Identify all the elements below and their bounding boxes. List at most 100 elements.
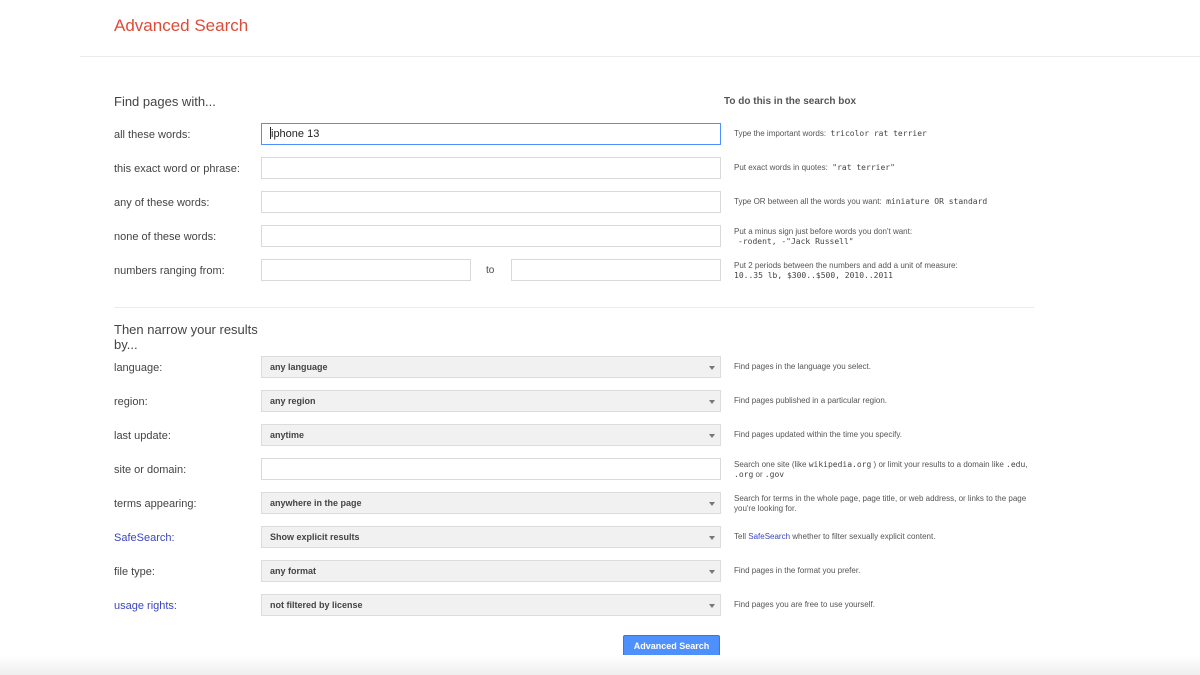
none-words-label: none of these words:	[114, 231, 217, 243]
dropdown-arrow-icon	[709, 400, 715, 404]
hint-text: or	[753, 470, 765, 479]
row-all-words: all these words: iphone 13 Type the impo…	[0, 123, 1200, 149]
dropdown-arrow-icon	[709, 502, 715, 506]
hint-example: miniature OR standard	[886, 197, 988, 206]
all-words-value: iphone 13	[271, 128, 320, 140]
safesearch-hint-link[interactable]: SafeSearch	[748, 532, 790, 541]
terms-appearing-label: terms appearing:	[114, 498, 197, 510]
row-terms-appearing: terms appearing: anywhere in the page Se…	[0, 492, 1200, 518]
hint-text: Type the important words:	[734, 129, 827, 138]
row-any-words: any of these words: Type OR between all …	[0, 191, 1200, 217]
exact-phrase-input[interactable]	[261, 157, 721, 179]
file-type-label: file type:	[114, 566, 155, 578]
row-last-update: last update: anytime Find pages updated …	[0, 424, 1200, 450]
language-label: language:	[114, 362, 163, 374]
region-selected: any region	[270, 396, 316, 406]
hint-example: tricolor rat terrier	[830, 129, 927, 138]
language-hint: Find pages in the language you select.	[734, 362, 871, 371]
page-title: Advanced Search	[114, 16, 249, 35]
file-type-select[interactable]: any format	[261, 560, 721, 582]
language-selected: any language	[270, 362, 328, 372]
dropdown-arrow-icon	[709, 570, 715, 574]
any-words-input[interactable]	[261, 191, 721, 213]
narrow-title-line1: Then narrow your results	[114, 322, 258, 337]
region-label: region:	[114, 396, 148, 408]
hint-text: ) or limit your results to a domain like	[871, 460, 1007, 469]
hint-text: Put 2 periods between the numbers and ad…	[734, 261, 958, 270]
dropdown-arrow-icon	[709, 536, 715, 540]
usage-rights-selected: not filtered by license	[270, 600, 363, 610]
header-divider	[80, 56, 1200, 57]
all-words-hint: Type the important words: tricolor rat t…	[734, 129, 1034, 139]
site-domain-input[interactable]	[261, 458, 721, 480]
hint-text: ,	[1025, 460, 1028, 469]
region-hint: Find pages published in a particular reg…	[734, 396, 887, 405]
safesearch-selected: Show explicit results	[270, 532, 360, 542]
row-safesearch: SafeSearch: Show explicit results Tell S…	[0, 526, 1200, 552]
safesearch-hint: Tell SafeSearch whether to filter sexual…	[734, 532, 1034, 542]
row-usage-rights: usage rights: not filtered by license Fi…	[0, 594, 1200, 620]
safesearch-select[interactable]: Show explicit results	[261, 526, 721, 548]
file-type-selected: any format	[270, 566, 317, 576]
any-words-hint: Type OR between all the words you want: …	[734, 197, 1034, 207]
hint-text: Search one site (like	[734, 460, 809, 469]
hint-example: .gov	[764, 470, 785, 479]
usage-rights-link[interactable]: usage rights:	[114, 600, 177, 612]
site-domain-hint: Search one site (like wikipedia.org ) or…	[734, 460, 1034, 480]
all-words-label: all these words:	[114, 129, 191, 141]
hint-example: -rodent, -"Jack Russell"	[738, 237, 854, 246]
dropdown-arrow-icon	[709, 366, 715, 370]
hint-example: 10..35 lb, $300..$500, 2010..2011	[734, 271, 893, 280]
find-section-title: Find pages with...	[114, 94, 216, 109]
hint-text: Tell	[734, 532, 749, 541]
language-select[interactable]: any language	[261, 356, 721, 378]
none-words-hint: Put a minus sign just before words you d…	[734, 227, 1034, 247]
last-update-selected: anytime	[270, 430, 305, 440]
range-to-label: to	[486, 265, 495, 276]
row-site-domain: site or domain: Search one site (like wi…	[0, 458, 1200, 484]
safesearch-link[interactable]: SafeSearch:	[114, 532, 175, 544]
page-header: Advanced Search	[0, 0, 1200, 57]
narrow-section-title: Then narrow your results by...	[114, 322, 258, 352]
row-region: region: any region Find pages published …	[0, 390, 1200, 416]
row-language: language: any language Find pages in the…	[0, 356, 1200, 382]
section-divider	[114, 307, 1034, 308]
footer-area	[0, 655, 1200, 675]
row-exact-phrase: this exact word or phrase: Put exact wor…	[0, 157, 1200, 183]
row-file-type: file type: any format Find pages in the …	[0, 560, 1200, 586]
last-update-label: last update:	[114, 430, 171, 442]
hint-example: .edu	[1006, 460, 1026, 469]
hint-text: Type OR between all the words you want:	[734, 197, 882, 206]
usage-rights-hint: Find pages you are free to use yourself.	[734, 600, 875, 609]
site-domain-label: site or domain:	[114, 464, 187, 476]
none-words-input[interactable]	[261, 225, 721, 247]
terms-appearing-select[interactable]: anywhere in the page	[261, 492, 721, 514]
range-from-input[interactable]	[261, 259, 471, 281]
hint-example: wikipedia.org	[808, 460, 872, 469]
file-type-hint: Find pages in the format you prefer.	[734, 566, 861, 575]
dropdown-arrow-icon	[709, 604, 715, 608]
dropdown-arrow-icon	[709, 434, 715, 438]
number-range-hint: Put 2 periods between the numbers and ad…	[734, 261, 1034, 281]
number-range-label: numbers ranging from:	[114, 265, 225, 277]
last-update-select[interactable]: anytime	[261, 424, 721, 446]
hint-text: Put exact words in quotes:	[734, 163, 828, 172]
any-words-label: any of these words:	[114, 197, 210, 209]
row-number-range: numbers ranging from: to Put 2 periods b…	[0, 259, 1200, 285]
hint-example: "rat terrier"	[832, 163, 895, 172]
side-column-title: To do this in the search box	[724, 96, 857, 107]
terms-appearing-hint: Search for terms in the whole page, page…	[734, 494, 1027, 513]
last-update-hint: Find pages updated within the time you s…	[734, 430, 902, 439]
hint-example: .org	[734, 470, 754, 479]
hint-text: whether to filter sexually explicit cont…	[790, 532, 936, 541]
all-words-input[interactable]: iphone 13	[261, 123, 721, 145]
exact-phrase-label: this exact word or phrase:	[114, 163, 240, 175]
region-select[interactable]: any region	[261, 390, 721, 412]
row-none-words: none of these words: Put a minus sign ju…	[0, 225, 1200, 251]
exact-phrase-hint: Put exact words in quotes: "rat terrier"	[734, 163, 1034, 173]
terms-appearing-selected: anywhere in the page	[270, 498, 362, 508]
usage-rights-select[interactable]: not filtered by license	[261, 594, 721, 616]
range-to-input[interactable]	[511, 259, 721, 281]
hint-text: Put a minus sign just before words you d…	[734, 227, 913, 236]
narrow-title-line2: by...	[114, 337, 138, 352]
